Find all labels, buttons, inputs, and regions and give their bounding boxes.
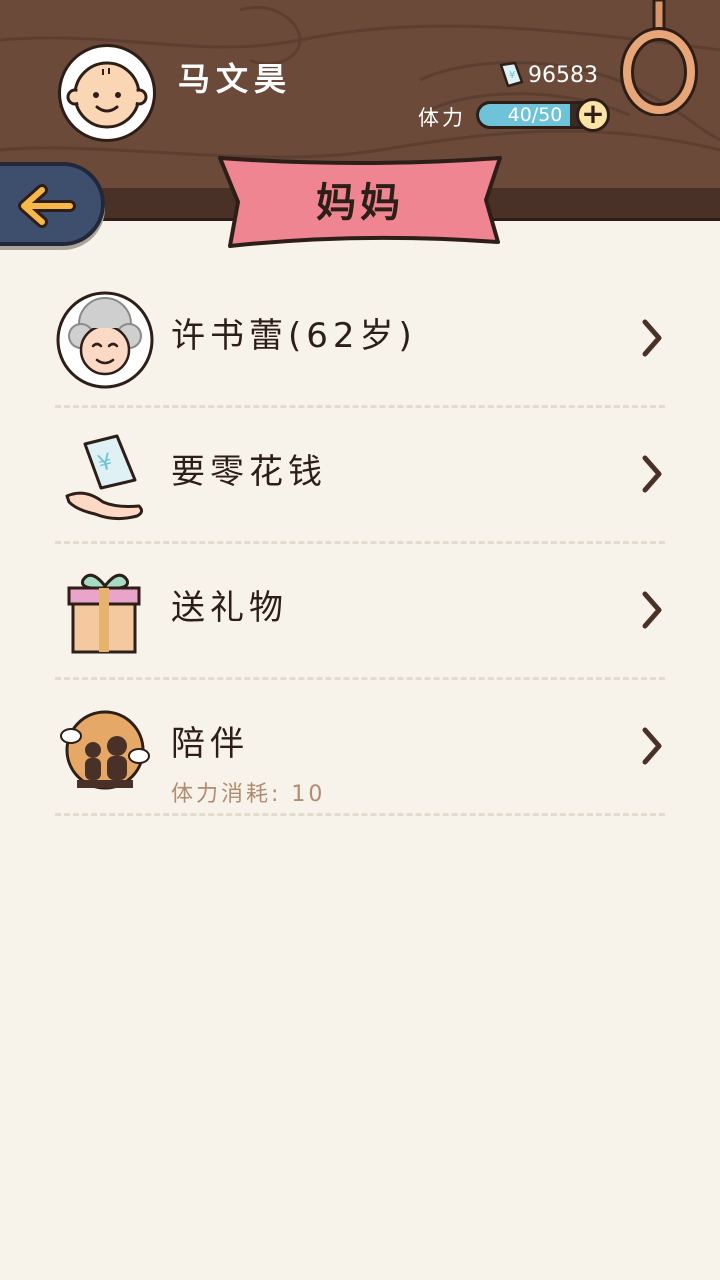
player-name: 马文昊: [178, 60, 293, 98]
stamina-value: 40/50: [507, 104, 563, 126]
bald-boy-face-icon: [66, 61, 148, 129]
action-list: 许书蕾(62岁) ¥ 要零花钱 送礼物 陪伴 体力消耗: 10: [55, 272, 665, 816]
banknote-icon: ¥: [499, 61, 524, 88]
stamina-label: 体力: [418, 106, 466, 130]
list-item-title: 送礼物: [171, 588, 288, 628]
player-avatar[interactable]: [58, 44, 156, 142]
hanging-ring-icon[interactable]: [620, 0, 698, 116]
list-item-title: 陪伴: [171, 724, 249, 764]
list-item-mother-profile[interactable]: 许书蕾(62岁): [55, 272, 665, 408]
grandmother-avatar-icon: [56, 291, 154, 389]
list-item-companionship[interactable]: 陪伴 体力消耗: 10: [55, 680, 665, 816]
add-stamina-button[interactable]: +: [576, 98, 610, 132]
chevron-right-icon: [642, 727, 662, 765]
chevron-right-icon: [642, 455, 662, 493]
svg-text:¥: ¥: [509, 70, 515, 81]
family-member-screen: 马文昊 ¥ 96583 体力 40/50 + 妈妈 许书蕾(62岁) ¥ 要零花…: [0, 0, 720, 1280]
money-hand-icon: ¥: [65, 434, 144, 521]
money-value: 96583: [528, 62, 598, 88]
page-title: 妈妈: [316, 180, 404, 226]
money-display: ¥ 96583: [498, 58, 598, 92]
companionship-icon: [60, 710, 150, 790]
back-button[interactable]: [0, 162, 105, 246]
gift-box-icon: [67, 573, 141, 654]
list-item-title: 许书蕾(62岁): [171, 316, 417, 356]
list-item-title: 要零花钱: [171, 452, 327, 492]
back-arrow-icon: [18, 184, 76, 228]
list-item-give-gift[interactable]: 送礼物: [55, 544, 665, 680]
chevron-right-icon: [642, 319, 662, 357]
list-item-ask-allowance[interactable]: ¥ 要零花钱: [55, 408, 665, 544]
chevron-right-icon: [642, 591, 662, 629]
stamina-cost-label: 体力消耗: 10: [171, 782, 326, 807]
